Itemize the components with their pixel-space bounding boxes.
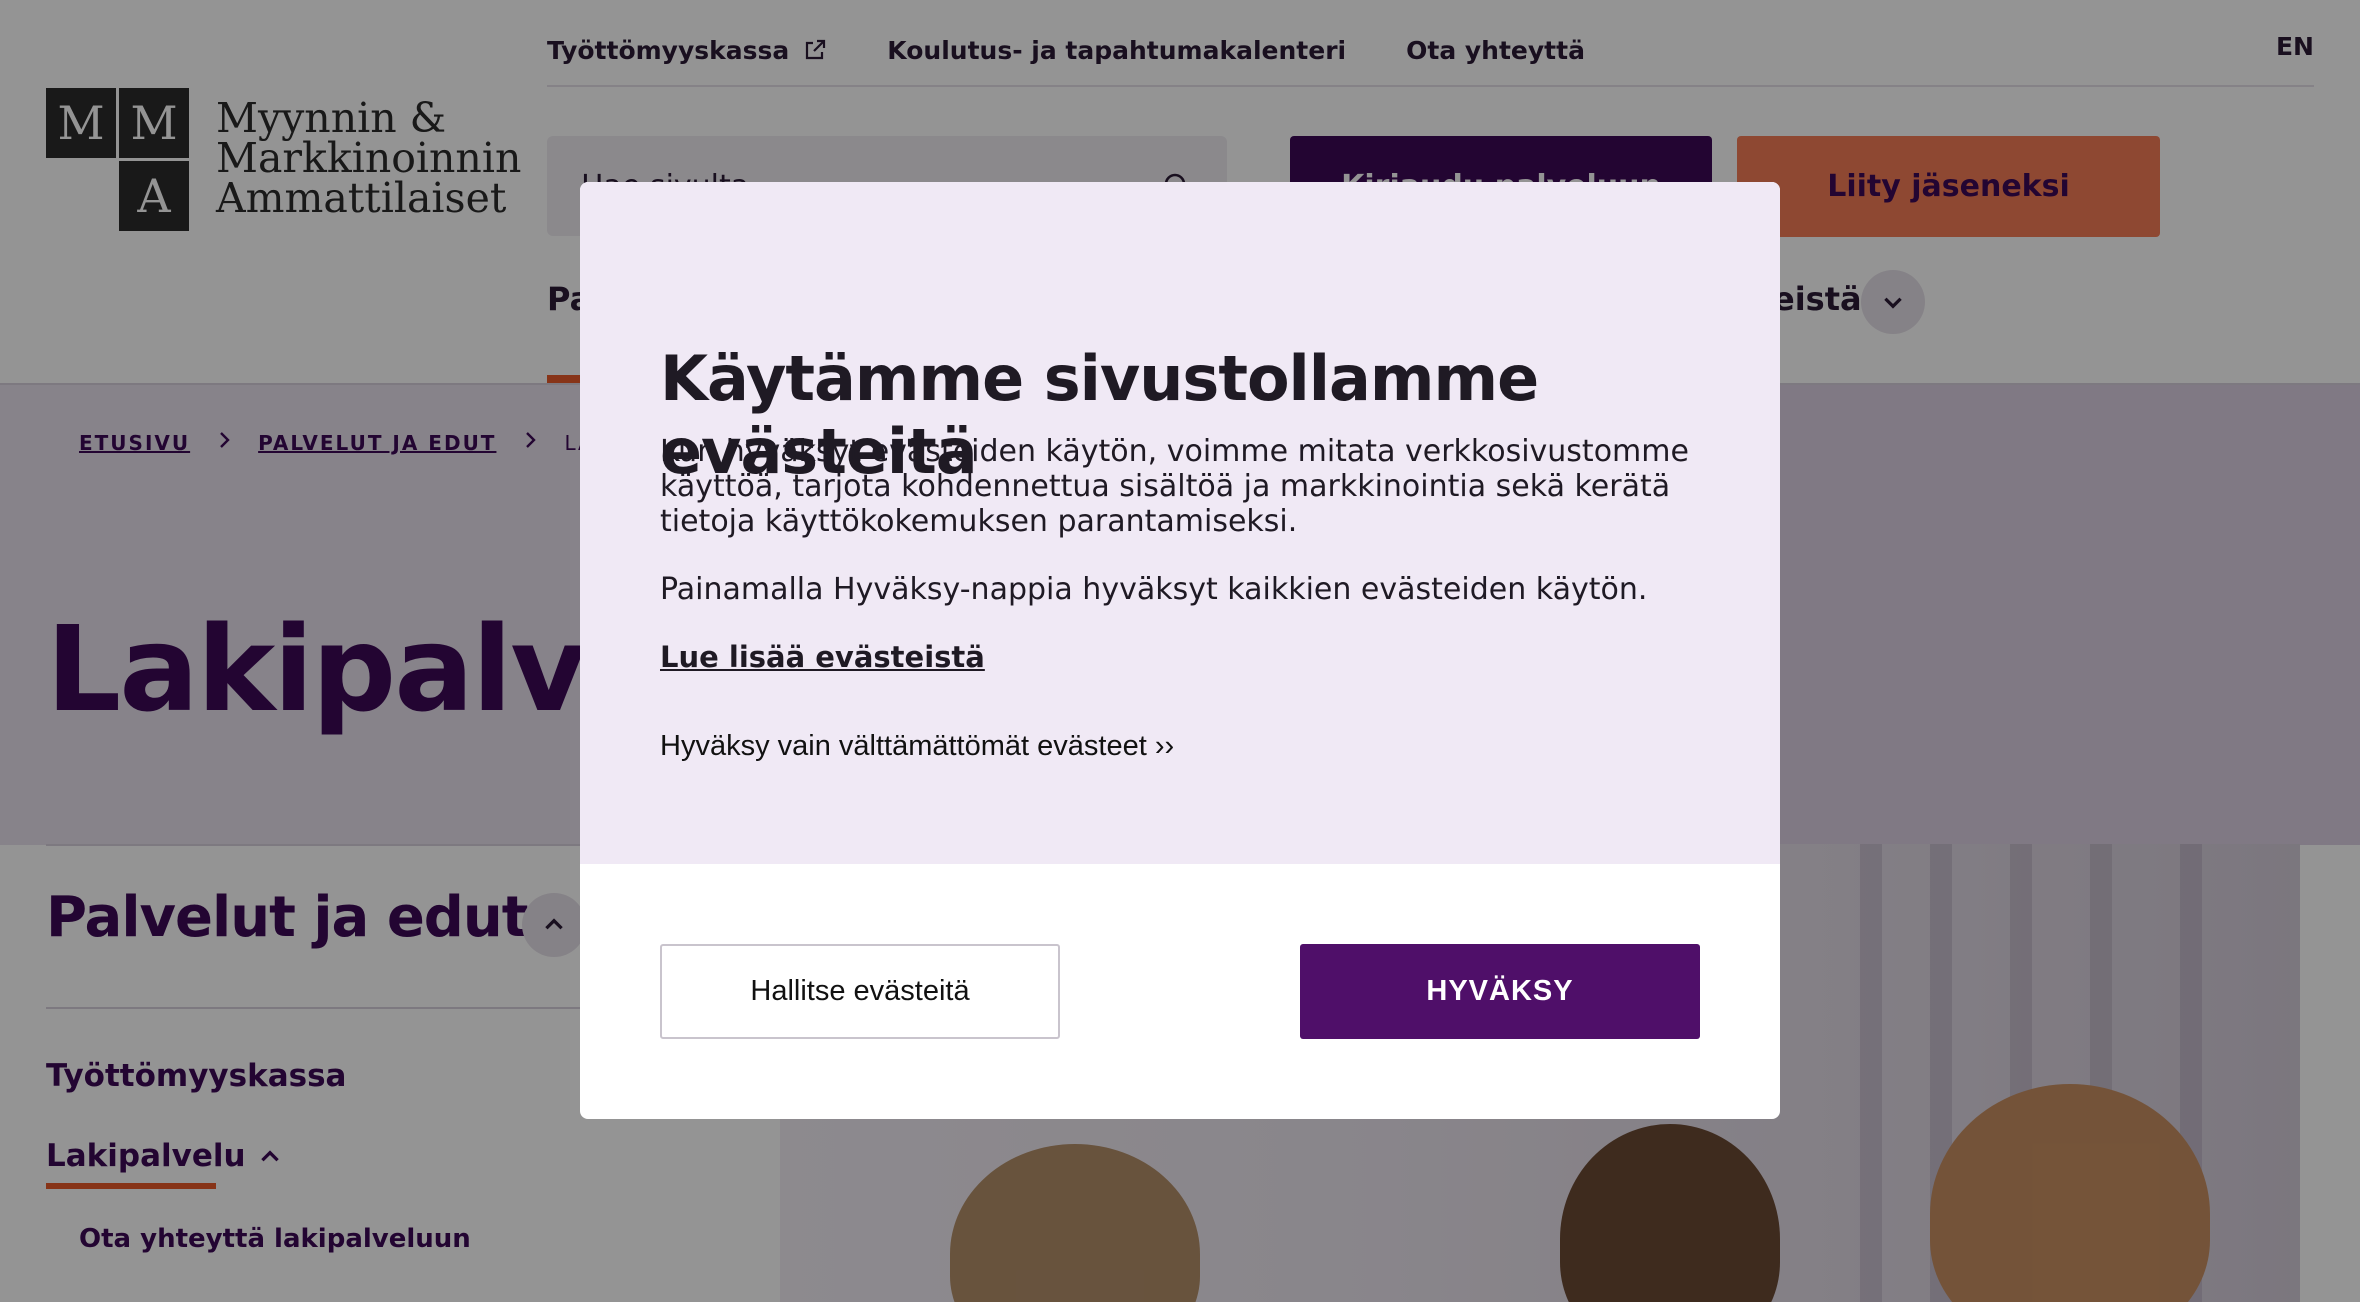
manage-cookies-button[interactable]: Hallitse evästeitä — [660, 944, 1060, 1039]
cookie-dialog-text: Painamalla Hyväksy-nappia hyväksyt kaikk… — [660, 572, 1648, 607]
accept-cookies-button[interactable]: HYVÄKSY — [1300, 944, 1700, 1039]
cookie-dialog-text: Kun hyväksyt evästeiden käytön, voimme m… — [660, 434, 1689, 539]
cookie-consent-dialog: Käytämme sivustollamme evästeitä Kun hyv… — [580, 182, 1780, 1119]
accept-necessary-only-link[interactable]: Hyväksy vain välttämättömät evästeet ›› — [660, 730, 1174, 763]
read-more-cookies-link[interactable]: Lue lisää evästeistä — [660, 640, 985, 674]
